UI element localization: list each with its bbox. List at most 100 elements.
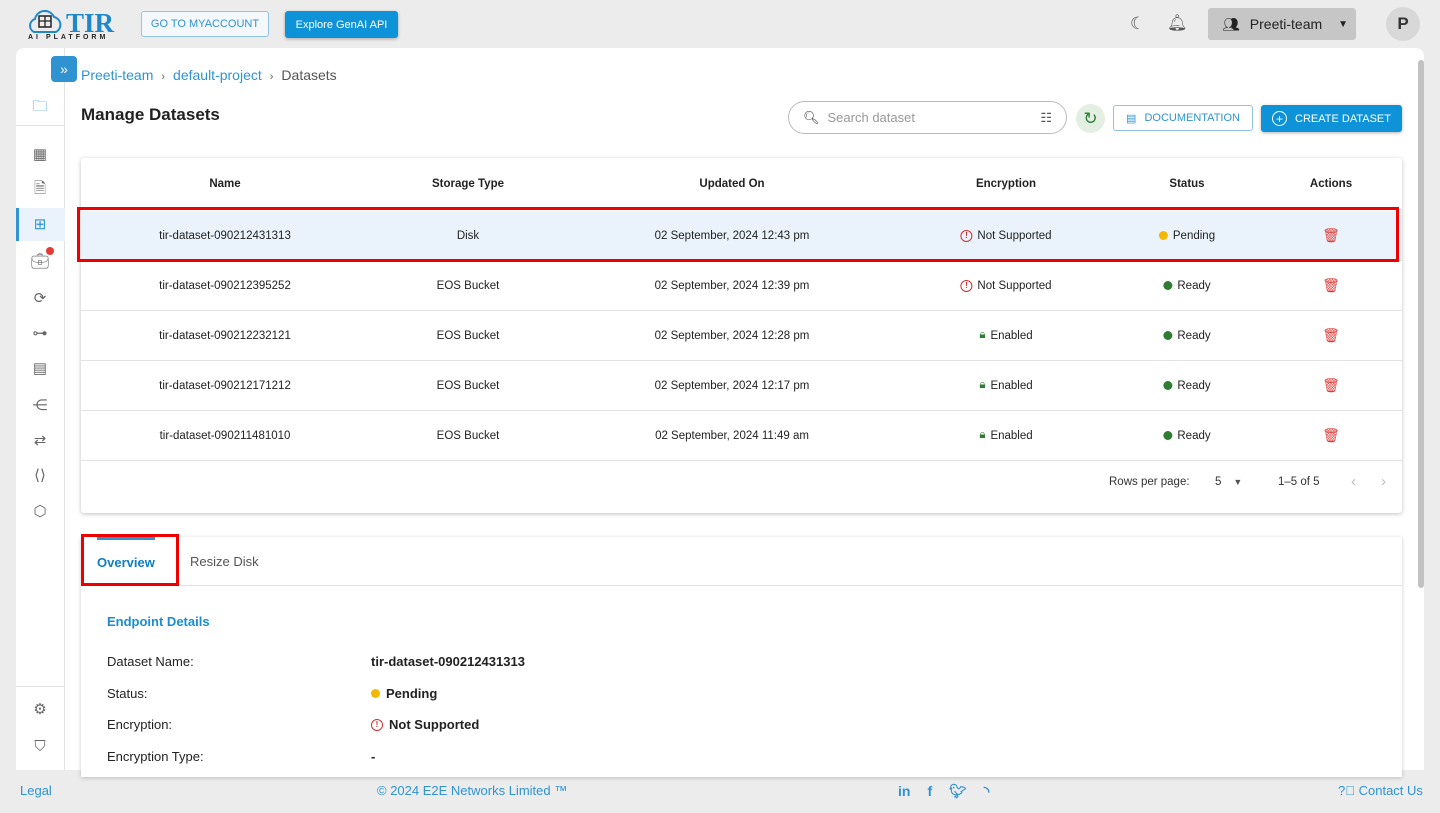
table-row[interactable]: tir-dataset-090211481010 EOS Bucket 02 S… <box>81 411 1402 461</box>
dark-mode-icon[interactable]: ☾ <box>1130 14 1145 34</box>
warning-icon: ! <box>960 229 973 242</box>
table-row[interactable]: tir-dataset-090212171212 EOS Bucket 02 S… <box>81 361 1402 411</box>
folder-icon[interactable]: 🗀 <box>30 98 50 118</box>
document-icon[interactable]: 🗎 <box>30 180 50 200</box>
briefcase-clock-icon[interactable]: 💼︎ <box>30 247 54 271</box>
avatar[interactable]: P <box>1386 7 1420 41</box>
share-nodes-icon[interactable]: ⋲ <box>30 395 50 415</box>
table-row[interactable]: tir-dataset-090212232121 EOS Bucket 02 S… <box>81 311 1402 361</box>
tir-logo[interactable]: TIR AI PLATFORM <box>26 8 116 42</box>
expand-sidebar-button[interactable]: » <box>51 56 77 82</box>
status-badge: Ready <box>1163 261 1211 310</box>
dashboard-icon[interactable]: ▦ <box>30 144 50 164</box>
pagination-range: 1–5 of 5 <box>1278 476 1320 488</box>
plus-circle-icon: + <box>1272 111 1288 126</box>
status-dot-icon <box>1163 281 1173 290</box>
breadcrumb-team[interactable]: Preeti-team <box>81 67 153 83</box>
column-header: Updated On <box>699 177 765 190</box>
social-links: in f 🐦︎ ◝ <box>898 783 989 800</box>
updated-on: 02 September, 2024 12:39 pm <box>654 279 810 292</box>
team-selector[interactable]: 👥︎ Preeti-team ▼ <box>1208 8 1356 40</box>
encryption-text: Enabled <box>990 329 1033 342</box>
twitter-icon[interactable]: 🐦︎ <box>949 783 967 800</box>
pipeline-icon[interactable]: ⊶ <box>30 323 50 343</box>
delete-icon[interactable]: 🗑︎ <box>1322 361 1340 410</box>
breadcrumb-current: Datasets <box>281 67 337 83</box>
breadcrumb-project[interactable]: default-project <box>173 67 262 83</box>
rows-per-page-select[interactable]: 5 ▼ <box>1215 476 1242 488</box>
updated-on: 02 September, 2024 12:28 pm <box>654 329 810 342</box>
rows-per-page-value: 5 <box>1215 476 1222 488</box>
dataset-name[interactable]: tir-dataset-090212232121 <box>159 311 291 360</box>
storage-type: EOS Bucket <box>436 329 500 342</box>
encryption-text: Not Supported <box>977 229 1052 242</box>
registry-icon[interactable]: ▤ <box>30 358 50 378</box>
inference-icon[interactable]: ⟳ <box>30 288 50 308</box>
dataset-name[interactable]: tir-dataset-090212431313 <box>159 211 291 260</box>
datasets-icon[interactable]: ⊞ <box>30 214 50 234</box>
rss-icon[interactable]: ◝ <box>984 783 989 800</box>
dataset-name[interactable]: tir-dataset-090211481010 <box>160 411 291 460</box>
go-to-myaccount-button[interactable]: GO TO MYACCOUNT <box>141 11 269 37</box>
caret-down-icon: ▼ <box>1338 18 1349 30</box>
delete-icon[interactable]: 🗑︎ <box>1322 211 1340 260</box>
shield-user-icon[interactable]: ⛉ <box>30 736 50 756</box>
status-dot-icon <box>1163 431 1173 440</box>
code-icon[interactable]: ⟨⟩ <box>30 465 50 485</box>
updated-on: 02 September, 2024 11:49 am <box>655 429 809 442</box>
column-header: Actions <box>1309 177 1353 190</box>
lock-icon: 🔒︎ <box>979 429 986 441</box>
bell-icon[interactable]: 🔔︎ <box>1167 13 1187 33</box>
encryption: ! Not Supported <box>960 211 1052 260</box>
warning-icon: ! <box>960 279 973 292</box>
status-badge: Ready <box>1163 411 1211 460</box>
copyright: © 2024 E2E Networks Limited ™ <box>377 783 568 798</box>
tab-resize-disk[interactable]: Resize Disk <box>190 537 259 585</box>
cloud-icon <box>29 9 62 33</box>
encryption-text: Not Supported <box>977 279 1052 292</box>
dataset-name[interactable]: tir-dataset-090212395252 <box>159 261 291 310</box>
explore-genai-button[interactable]: Explore GenAI API <box>285 11 398 38</box>
status-dot-icon <box>1163 381 1173 390</box>
facebook-icon[interactable]: f <box>927 783 932 800</box>
delete-icon[interactable]: 🗑︎ <box>1322 411 1340 460</box>
storage-type: EOS Bucket <box>436 429 500 442</box>
delete-icon[interactable]: 🗑︎ <box>1322 261 1340 310</box>
settings-icon[interactable]: ⚙ <box>30 699 50 719</box>
dataset-name[interactable]: tir-dataset-090212171212 <box>159 361 291 410</box>
table-header: Name Storage Type Updated On Encryption Stat… <box>81 158 1402 210</box>
encryption-type-value: - <box>371 749 376 764</box>
column-header: Name <box>209 177 241 190</box>
table-row[interactable]: tir-dataset-090212395252 EOS Bucket 02 S… <box>81 261 1402 311</box>
filter-icon[interactable]: ☷ <box>1040 110 1052 126</box>
people-icon: 👥︎ <box>1222 15 1240 32</box>
next-page-button[interactable]: › <box>1381 473 1386 490</box>
column-header: Status <box>1169 177 1205 190</box>
status-text: Ready <box>1177 279 1211 292</box>
tab-overview[interactable]: Overview <box>97 537 155 585</box>
lock-icon: 🔒︎ <box>979 379 986 391</box>
document-icon: ▤ <box>1126 112 1137 125</box>
create-dataset-button[interactable]: + CREATE DATASET <box>1261 105 1402 132</box>
caret-down-icon: ▼ <box>1233 477 1243 487</box>
legal-link[interactable]: Legal <box>20 783 52 798</box>
refresh-button[interactable]: ↻ <box>1076 104 1105 133</box>
search-placeholder: Search dataset <box>827 110 915 125</box>
contact-us-link[interactable]: ?⃝ Contact Us <box>1338 783 1423 798</box>
column-header: Storage Type <box>432 177 504 190</box>
dataset-name-value: tir-dataset-090212431313 <box>371 654 525 669</box>
linkedin-icon[interactable]: in <box>898 783 910 800</box>
status-badge: Pending <box>1158 211 1215 260</box>
encryption-text: Enabled <box>990 379 1033 392</box>
scrollbar[interactable] <box>1418 60 1424 588</box>
prev-page-button[interactable]: ‹ <box>1351 473 1356 490</box>
search-input[interactable]: 🔍︎ Search dataset ☷ <box>788 101 1067 134</box>
status-dot-icon <box>1163 331 1173 340</box>
delete-icon[interactable]: 🗑︎ <box>1322 311 1340 360</box>
documentation-button[interactable]: ▤ DOCUMENTATION <box>1113 105 1253 131</box>
encryption: ! Not Supported <box>960 261 1052 310</box>
encryption-text: Enabled <box>990 429 1033 442</box>
cube-icon[interactable]: ⬡ <box>30 501 50 521</box>
table-row[interactable]: tir-dataset-090212431313 Disk 02 Septemb… <box>81 211 1402 261</box>
sync-icon[interactable]: ⇄ <box>30 430 50 450</box>
